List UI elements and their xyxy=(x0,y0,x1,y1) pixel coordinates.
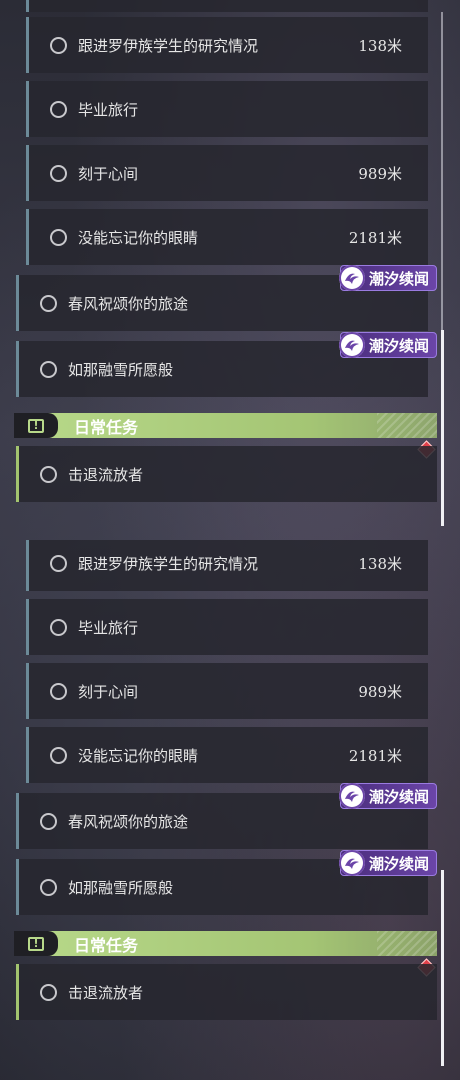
tide-emblem-icon xyxy=(339,783,365,809)
quest-label: 击退流放者 xyxy=(68,465,144,484)
quest-distance: 989米 xyxy=(358,682,402,701)
alert-icon: ! xyxy=(14,931,58,956)
quest-distance: 2181米 xyxy=(348,746,402,765)
quest-status-circle-icon xyxy=(40,294,57,312)
quest-status-circle-icon xyxy=(50,228,67,246)
quest-status-circle-icon xyxy=(40,360,57,378)
quest-label: 刻于心间 xyxy=(78,682,139,701)
quest-item-eyes[interactable]: 没能忘记你的眼睛 2181米 xyxy=(26,209,428,265)
quest-label: 刻于心间 xyxy=(78,164,139,183)
tide-emblem-icon xyxy=(339,850,365,876)
quest-status-circle-icon xyxy=(40,465,57,483)
alert-icon: ! xyxy=(14,413,58,438)
tide-story-badge: 潮汐续闻 xyxy=(339,265,437,291)
quest-item-graduation-trip[interactable]: 毕业旅行 xyxy=(26,81,428,137)
quest-label: 春风祝颂你的旅途 xyxy=(68,294,189,313)
quest-status-circle-icon xyxy=(50,164,67,182)
quest-item-engraved[interactable]: 刻于心间 989米 xyxy=(26,663,428,719)
quest-status-circle-icon xyxy=(40,878,57,896)
quest-label: 击退流放者 xyxy=(68,983,144,1002)
quest-label: 毕业旅行 xyxy=(78,618,139,637)
daily-quest-title: 日常任务 xyxy=(74,935,139,955)
quest-label: 跟进罗伊族学生的研究情况 xyxy=(78,36,259,55)
daily-quest-title: 日常任务 xyxy=(74,417,139,437)
quest-status-circle-icon xyxy=(50,36,67,54)
quest-status-circle-icon xyxy=(50,100,67,118)
daily-quest-header[interactable]: ! 日常任务 xyxy=(14,413,437,438)
scrollbar-thumb[interactable] xyxy=(441,870,444,1066)
quest-label: 没能忘记你的眼睛 xyxy=(78,228,199,247)
quest-label: 如那融雪所愿般 xyxy=(68,878,174,897)
quest-status-circle-icon xyxy=(40,983,57,1001)
daily-quest-item-exile[interactable]: 击退流放者 xyxy=(16,964,437,1020)
quest-status-circle-icon xyxy=(50,554,67,572)
tide-story-badge: 潮汐续闻 xyxy=(339,783,437,809)
quest-panel-bottom: 跟进罗伊族学生的研究情况 138米 毕业旅行 刻于心间 989米 没能忘记你的眼… xyxy=(0,540,460,1080)
quest-item-graduation-trip[interactable]: 毕业旅行 xyxy=(26,599,428,655)
header-stripes xyxy=(377,413,437,438)
quest-label: 毕业旅行 xyxy=(78,100,139,119)
quest-distance: 2181米 xyxy=(348,228,402,247)
daily-quest-item-exile[interactable]: 击退流放者 xyxy=(16,446,437,502)
scrollbar-thumb[interactable] xyxy=(441,330,444,526)
quest-distance: 989米 xyxy=(358,164,402,183)
header-stripes xyxy=(377,931,437,956)
quest-item-engraved[interactable]: 刻于心间 989米 xyxy=(26,145,428,201)
quest-item-research[interactable]: 跟进罗伊族学生的研究情况 138米 xyxy=(26,17,428,73)
badge-label: 潮汐续闻 xyxy=(369,854,430,873)
quest-status-circle-icon xyxy=(50,746,67,764)
quest-label: 没能忘记你的眼睛 xyxy=(78,746,199,765)
quest-status-circle-icon xyxy=(40,812,57,830)
tide-story-badge: 潮汐续闻 xyxy=(339,850,437,876)
badge-label: 潮汐续闻 xyxy=(369,336,430,355)
quest-status-circle-icon xyxy=(50,618,67,636)
badge-label: 潮汐续闻 xyxy=(369,787,430,806)
tide-story-badge: 潮汐续闻 xyxy=(339,332,437,358)
quest-panel-top: 跟进罗伊族学生的研究情况 138米 毕业旅行 刻于心间 989米 没能忘记你的眼… xyxy=(0,0,460,540)
quest-distance: 138米 xyxy=(358,36,402,55)
quest-label: 春风祝颂你的旅途 xyxy=(68,812,189,831)
quest-item-research[interactable]: 跟进罗伊族学生的研究情况 138米 xyxy=(26,540,428,591)
quest-label: 如那融雪所愿般 xyxy=(68,360,174,379)
tide-emblem-icon xyxy=(339,332,365,358)
daily-quest-header[interactable]: ! 日常任务 xyxy=(14,931,437,956)
quest-card-partial xyxy=(26,0,428,12)
tide-emblem-icon xyxy=(339,265,365,291)
quest-status-circle-icon xyxy=(50,682,67,700)
quest-item-eyes[interactable]: 没能忘记你的眼睛 2181米 xyxy=(26,727,428,783)
quest-distance: 138米 xyxy=(358,554,402,573)
quest-label: 跟进罗伊族学生的研究情况 xyxy=(78,554,259,573)
badge-label: 潮汐续闻 xyxy=(369,269,430,288)
